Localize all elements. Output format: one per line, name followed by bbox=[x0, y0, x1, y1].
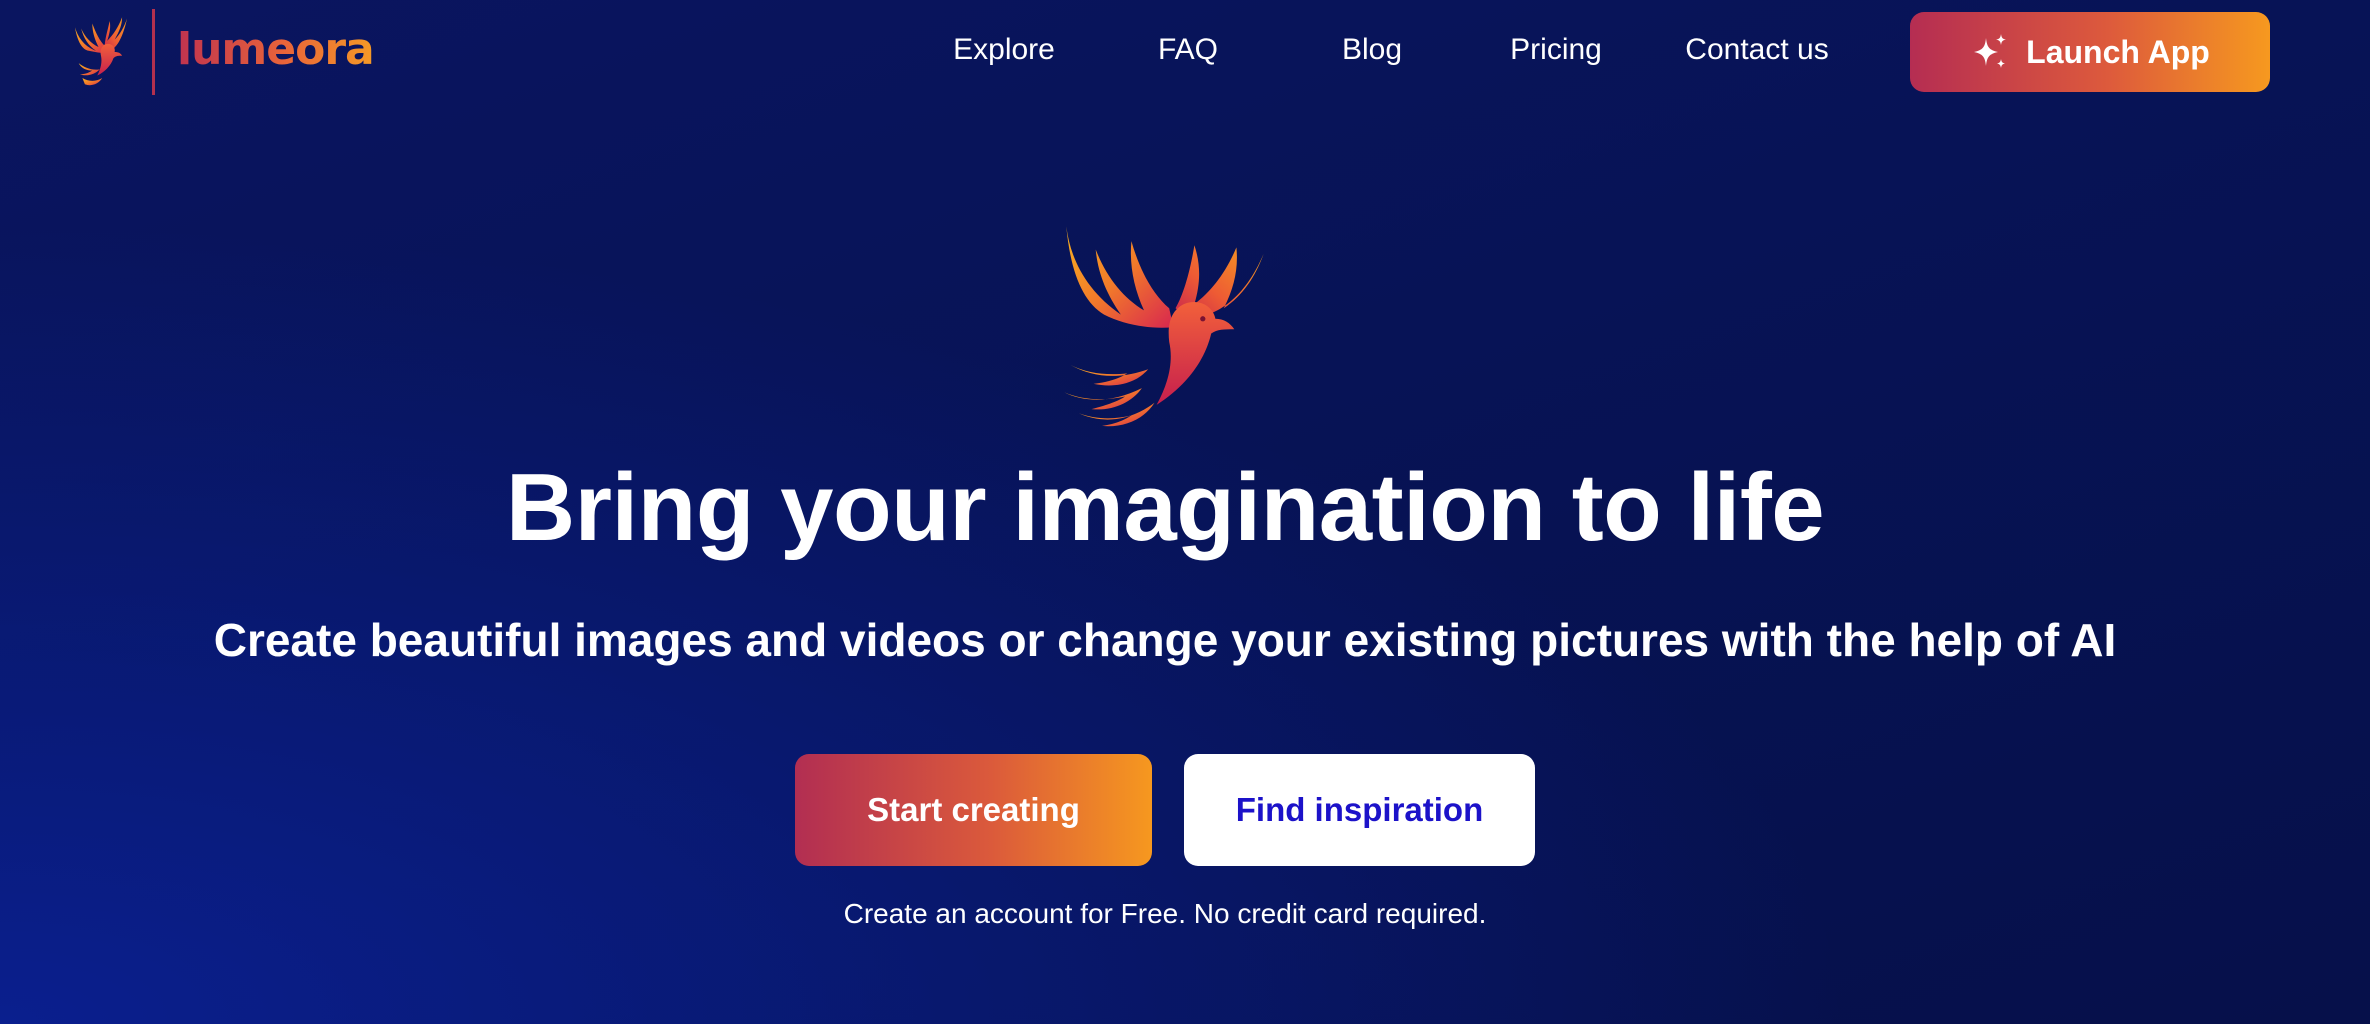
launch-app-button[interactable]: Launch App bbox=[1910, 12, 2270, 92]
nav-explore[interactable]: Explore bbox=[953, 30, 1055, 70]
phoenix-icon bbox=[1064, 226, 1264, 427]
start-creating-button[interactable]: Start creating bbox=[795, 754, 1152, 866]
hero-subtitle: Create beautiful images and videos or ch… bbox=[213, 614, 2117, 666]
find-inspiration-button[interactable]: Find inspiration bbox=[1184, 754, 1535, 866]
nav-contact-us[interactable]: Contact us bbox=[1685, 30, 1828, 70]
nav-blog[interactable]: Blog bbox=[1342, 30, 1402, 70]
brand-divider bbox=[152, 9, 155, 95]
brand-logo[interactable]: lumeora bbox=[70, 8, 375, 96]
signup-note: Create an account for Free. No credit ca… bbox=[843, 898, 1487, 929]
nav-pricing[interactable]: Pricing bbox=[1510, 30, 1602, 70]
nav-faq[interactable]: FAQ bbox=[1158, 30, 1218, 70]
launch-app-label: Launch App bbox=[2026, 33, 2210, 70]
top-navigation: lumeora Explore FAQ Blog Pricing Contact… bbox=[0, 0, 2370, 104]
hero-title: Bring your imagination to life bbox=[505, 454, 1825, 561]
sparkles-icon bbox=[1974, 34, 2007, 68]
phoenix-icon bbox=[74, 17, 128, 86]
brand-name: lumeora bbox=[177, 24, 375, 75]
